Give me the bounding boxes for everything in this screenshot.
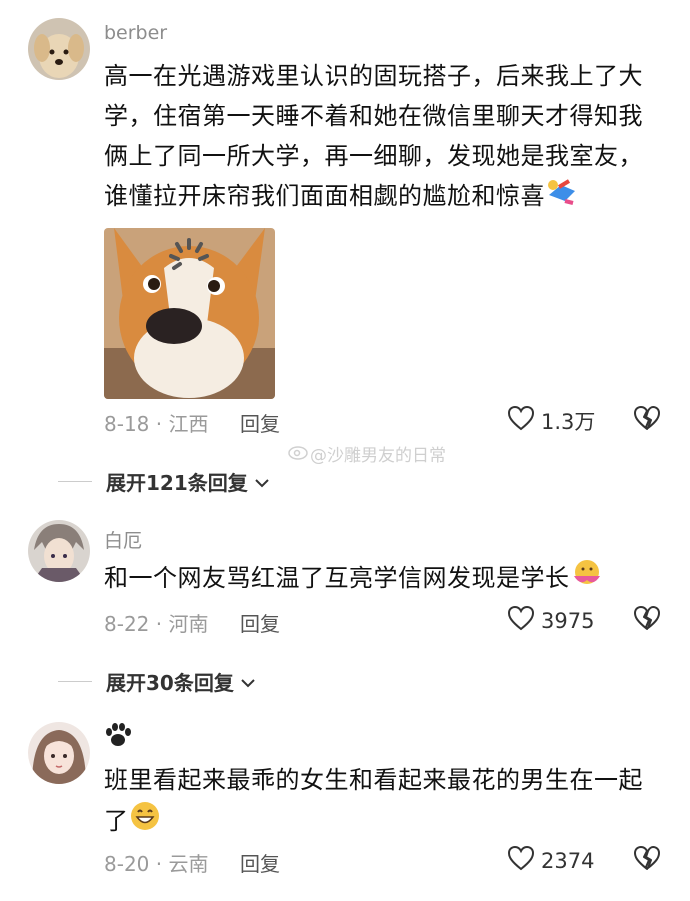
- expand-replies-button[interactable]: 展开121条回复: [58, 467, 270, 496]
- like-button[interactable]: 1.3万: [507, 405, 595, 436]
- weibo-logo-icon: [288, 442, 310, 465]
- comment-author[interactable]: 白厄: [104, 526, 142, 553]
- heart-icon: [507, 405, 541, 436]
- broken-heart-icon: [633, 406, 661, 435]
- reply-button[interactable]: 回复: [240, 408, 280, 437]
- dislike-button[interactable]: [633, 605, 661, 635]
- avatar[interactable]: [28, 520, 90, 582]
- watermark-text: @沙雕男友的日常: [310, 446, 446, 466]
- heart-icon: [507, 845, 541, 876]
- broken-heart-icon: [633, 606, 661, 635]
- like-count: 3975: [541, 608, 595, 633]
- expand-replies-label: 展开30条回复: [106, 671, 234, 695]
- reply-button[interactable]: 回复: [240, 608, 280, 637]
- divider-line: [58, 481, 92, 482]
- avatar[interactable]: [28, 18, 90, 80]
- comment-date-location: 8-22 · 河南: [104, 612, 209, 636]
- paw-icon: [104, 723, 132, 753]
- avatar[interactable]: [28, 722, 90, 784]
- comment-text: 高一在光遇游戏里认识的固玩搭子，后来我上了大学，住宿第一天睡不着和她在微信里聊天…: [104, 56, 664, 217]
- hug-emoji-icon: [570, 558, 604, 600]
- expand-replies-label: 展开121条回复: [106, 471, 248, 495]
- comment-text-body: 和一个网友骂红温了互亮学信网发现是学长: [104, 564, 570, 592]
- comment-date-location: 8-20 · 云南: [104, 852, 209, 876]
- reply-button[interactable]: 回复: [240, 848, 280, 877]
- like-button[interactable]: 3975: [507, 605, 594, 636]
- comment-author[interactable]: [104, 722, 132, 753]
- like-count: 2374: [541, 848, 595, 873]
- dislike-button[interactable]: [633, 845, 661, 875]
- chevron-down-icon: [254, 470, 270, 494]
- expand-replies-button[interactable]: 展开30条回复: [58, 667, 256, 696]
- like-button[interactable]: 2374: [507, 845, 594, 876]
- comment-text-body: 班里看起来最乖的女生和看起来最花的男生在一起了: [104, 766, 643, 835]
- comment-text: 班里看起来最乖的女生和看起来最花的男生在一起了: [104, 760, 664, 844]
- running-emoji-icon: [545, 177, 579, 217]
- grinning-emoji-icon: [129, 800, 161, 844]
- heart-icon: [507, 605, 541, 636]
- divider-line: [58, 681, 92, 682]
- comment-author[interactable]: berber: [104, 22, 167, 44]
- chevron-down-icon: [240, 670, 256, 694]
- dislike-button[interactable]: [633, 405, 661, 435]
- comment-date-location: 8-18 · 江西: [104, 412, 209, 436]
- watermark: @沙雕男友的日常: [288, 441, 446, 466]
- like-count: 1.3万: [541, 409, 596, 434]
- broken-heart-icon: [633, 846, 661, 875]
- corgi-image[interactable]: [104, 228, 275, 399]
- comment-text: 和一个网友骂红温了互亮学信网发现是学长: [104, 558, 664, 600]
